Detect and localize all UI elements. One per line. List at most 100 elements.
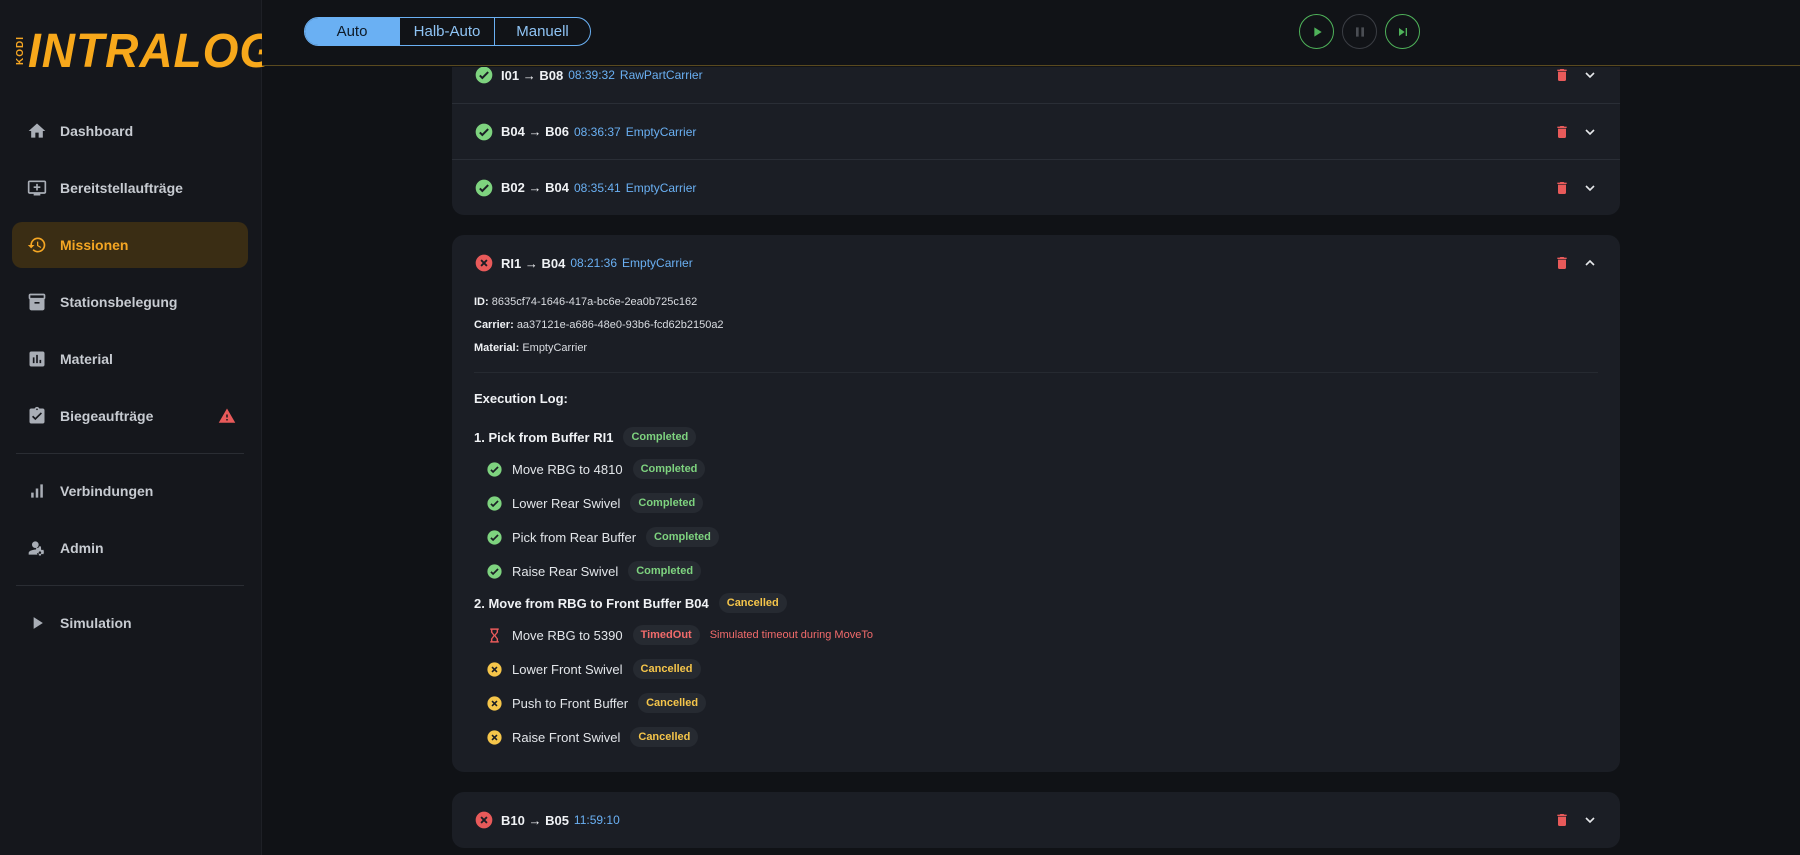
mission-time: 08:35:41	[573, 180, 621, 195]
signal-icon	[26, 480, 48, 502]
mission-route: B02 → B04	[501, 180, 569, 195]
admin-icon	[26, 537, 48, 559]
logo-text: INTRALOG	[28, 22, 277, 78]
history-icon	[26, 234, 48, 256]
mode-manuell-button[interactable]: Manuell	[495, 18, 590, 45]
sidebar-item-label: Bereitstellaufträge	[60, 180, 183, 196]
log-substep: Pick from Rear Buffer Completed	[474, 520, 1598, 554]
status-badge: TimedOut	[632, 625, 700, 645]
row-actions	[1554, 180, 1598, 196]
app-root: KODI INTRALOG Dashboard Bereitstellauftr…	[0, 0, 1800, 855]
log-substep: Raise Front Swivel Cancelled	[474, 720, 1598, 754]
sidebar-nav: Dashboard Bereitstellaufträge Missionen …	[12, 108, 248, 657]
check-circle-icon	[475, 67, 493, 84]
mission-time: 11:59:10	[573, 813, 620, 827]
topbar: Auto Halb-Auto Manuell	[262, 0, 1800, 66]
sidebar-item-stationsbelegung[interactable]: Stationsbelegung	[12, 279, 248, 325]
delete-icon[interactable]	[1554, 255, 1570, 271]
check-circle-icon	[487, 529, 502, 545]
log-substep: Lower Rear Swivel Completed	[474, 486, 1598, 520]
skip-next-icon	[1398, 27, 1407, 36]
mission-row[interactable]: RI1 → B04 08:21:36 EmptyCarrier	[452, 235, 1620, 291]
check-circle-icon	[487, 495, 502, 511]
cancel-circle-icon	[487, 729, 502, 745]
row-actions	[1554, 255, 1598, 271]
mission-row[interactable]: B04 → B06 08:36:37 EmptyCarrier	[452, 103, 1620, 159]
mission-carrier-type: EmptyCarrier	[622, 256, 693, 270]
pause-icon	[1355, 26, 1364, 37]
play-button[interactable]	[1299, 14, 1334, 49]
bar-chart-icon	[26, 348, 48, 370]
check-circle-icon	[487, 461, 502, 477]
check-circle-icon	[475, 123, 493, 140]
delete-icon[interactable]	[1554, 180, 1570, 196]
mission-carrier-type: EmptyCarrier	[625, 180, 697, 195]
mission-group: I01 → B08 08:39:32 RawPartCarrier B04 → …	[452, 67, 1620, 215]
sidebar-item-admin[interactable]: Admin	[12, 525, 248, 571]
home-icon	[26, 120, 48, 142]
log-substep-label: Lower Rear Swivel	[512, 495, 621, 511]
chevron-down-icon[interactable]	[1582, 67, 1598, 83]
mission-card: B10 → B05 11:59:10	[452, 792, 1620, 848]
sidebar-item-missionen[interactable]: Missionen	[12, 222, 248, 268]
check-circle-icon	[487, 563, 502, 579]
mission-carrier-type: RawPartCarrier	[619, 68, 703, 82]
sidebar-item-dashboard[interactable]: Dashboard	[12, 108, 248, 154]
log-step: 2. Move from RBG to Front Buffer B04 Can…	[474, 588, 1598, 618]
mission-route: B04 → B06	[501, 124, 569, 139]
error-circle-icon	[475, 811, 493, 829]
sidebar-item-label: Stationsbelegung	[60, 294, 178, 310]
mode-halb-auto-button[interactable]: Halb-Auto	[400, 18, 495, 45]
sidebar-item-label: Missionen	[60, 237, 129, 253]
chevron-down-icon[interactable]	[1582, 812, 1598, 828]
chevron-down-icon[interactable]	[1582, 180, 1598, 196]
log-step-title: 1. Pick from Buffer RI1	[474, 429, 614, 445]
logo: KODI INTRALOG	[15, 22, 277, 78]
status-badge: Cancelled	[638, 693, 707, 713]
divider	[474, 372, 1598, 373]
sidebar-item-verbindungen[interactable]: Verbindungen	[12, 468, 248, 514]
row-actions	[1554, 67, 1598, 83]
chevron-up-icon[interactable]	[1582, 255, 1598, 271]
mission-carrier: Carrier: aa37121e-a686-48e0-93b6-fcd62b2…	[474, 319, 724, 331]
mission-time: 08:21:36	[570, 256, 618, 270]
mission-row[interactable]: B10 → B05 11:59:10	[452, 792, 1620, 848]
delete-icon[interactable]	[1554, 67, 1570, 83]
mission-route: RI1 → B04	[501, 255, 566, 271]
log-step-title: 2. Move from RBG to Front Buffer B04	[474, 595, 709, 611]
log-substep-label: Raise Rear Swivel	[512, 563, 619, 579]
mission-details: ID: 8635cf74-1646-417a-bc6e-2ea0b725c162…	[452, 291, 1620, 772]
clipboard-check-icon	[26, 405, 48, 427]
log-substep-label: Lower Front Swivel	[512, 661, 623, 677]
sidebar-item-biegeauftraege[interactable]: Biegeaufträge	[12, 393, 248, 439]
sidebar: KODI INTRALOG Dashboard Bereitstellauftr…	[0, 0, 275, 855]
log-substep-label: Pick from Rear Buffer	[512, 529, 637, 545]
log-substep-label: Raise Front Swivel	[512, 729, 621, 745]
log-substep: Raise Rear Swivel Completed	[474, 554, 1598, 588]
row-actions	[1554, 812, 1598, 828]
mission-row[interactable]: I01 → B08 08:39:32 RawPartCarrier	[452, 67, 1620, 103]
play-icon	[1313, 26, 1322, 37]
log-substep: Push to Front Buffer Cancelled	[474, 686, 1598, 720]
sidebar-item-bereitstellauftraege[interactable]: Bereitstellaufträge	[12, 165, 248, 211]
status-badge: Cancelled	[718, 593, 787, 613]
mission-row[interactable]: B02 → B04 08:35:41 EmptyCarrier	[452, 159, 1620, 215]
sidebar-item-label: Material	[60, 351, 113, 367]
step-button[interactable]	[1385, 14, 1420, 49]
delete-icon[interactable]	[1554, 812, 1570, 828]
sidebar-item-simulation[interactable]: Simulation	[12, 600, 248, 646]
archive-icon	[26, 291, 48, 313]
delete-icon[interactable]	[1554, 124, 1570, 140]
pause-button[interactable]	[1342, 14, 1377, 49]
log-substep-label: Move RBG to 4810	[512, 461, 623, 477]
cancel-circle-icon	[487, 695, 502, 711]
log-step: 1. Pick from Buffer RI1 Completed	[474, 422, 1598, 452]
hourglass-icon	[490, 627, 499, 643]
sidebar-divider	[16, 453, 244, 454]
sidebar-item-label: Dashboard	[60, 123, 134, 139]
sidebar-item-material[interactable]: Material	[12, 336, 248, 382]
play-icon	[26, 612, 48, 634]
chevron-down-icon[interactable]	[1582, 124, 1598, 140]
mode-auto-button[interactable]: Auto	[305, 18, 400, 45]
mission-material: Material: EmptyCarrier	[474, 342, 588, 354]
